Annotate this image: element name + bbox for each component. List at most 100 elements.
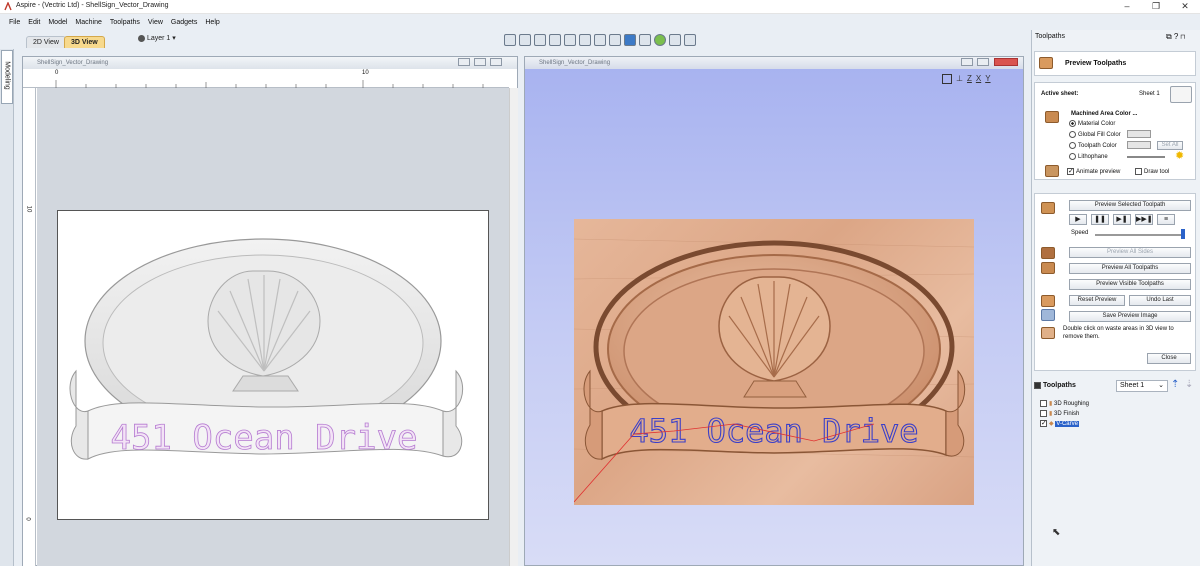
fit-view-icon[interactable] bbox=[942, 74, 952, 84]
preview-selected-button[interactable]: Preview Selected Toolpath bbox=[1069, 200, 1191, 211]
pause-icon[interactable]: ❚❚ bbox=[1091, 214, 1109, 225]
menu-help[interactable]: Help bbox=[205, 19, 219, 26]
transform-icon[interactable] bbox=[624, 34, 636, 46]
toolpath-color-picker[interactable] bbox=[1127, 141, 1151, 149]
reset-preview-icon bbox=[1041, 295, 1055, 307]
draw-tool-check-box bbox=[1135, 168, 1142, 175]
grid-icon[interactable] bbox=[534, 34, 546, 46]
select-icon[interactable] bbox=[519, 34, 531, 46]
zoom-icon[interactable] bbox=[564, 34, 576, 46]
move-up-icon[interactable]: ⇡ bbox=[1171, 379, 1179, 390]
close-window-button[interactable]: ✕ bbox=[1170, 0, 1200, 13]
undo-last-button[interactable]: Undo Last bbox=[1129, 295, 1191, 306]
restore-button[interactable]: ❐ bbox=[1141, 0, 1171, 13]
split-horizontal-icon[interactable] bbox=[669, 34, 681, 46]
tab-3d-view[interactable]: 3D View bbox=[64, 36, 105, 48]
panel-3d-title: ShellSign_Vector_Drawing bbox=[525, 57, 1023, 69]
toolpaths-list-checkbox[interactable] bbox=[1034, 382, 1041, 389]
sign-text-2d: 451 Ocean Drive bbox=[110, 418, 417, 458]
aspire-logo-icon bbox=[4, 2, 12, 11]
lithophane-slider[interactable] bbox=[1127, 156, 1165, 158]
view-y-button[interactable]: Y bbox=[985, 74, 990, 84]
save-preview-image-button[interactable]: Save Preview Image bbox=[1069, 311, 1191, 322]
play-icon[interactable]: ▶ bbox=[1069, 214, 1087, 225]
view-z-button[interactable]: Z bbox=[967, 74, 972, 84]
layer-dropdown[interactable]: Layer 1 ▾ bbox=[138, 34, 176, 42]
panel-2d-minimize-button[interactable] bbox=[458, 58, 470, 66]
sheet-select-value: Sheet 1 bbox=[1120, 382, 1145, 389]
toolpath-checkbox[interactable] bbox=[1040, 400, 1047, 407]
list-item[interactable]: ✓ ◆ V-Carve bbox=[1040, 420, 1079, 428]
mouse-cursor-icon: ⬉ bbox=[1052, 527, 1061, 538]
tab-2d-view[interactable]: 2D View bbox=[26, 36, 66, 48]
animate-preview-checkbox[interactable]: ✓ Animate preview bbox=[1067, 168, 1120, 175]
draw-vectors-icon[interactable] bbox=[504, 34, 516, 46]
toolpath-checkbox[interactable] bbox=[1040, 410, 1047, 417]
radio-global-fill[interactable]: Global Fill Color bbox=[1069, 131, 1121, 138]
ruler-left-label-10: 10 bbox=[25, 205, 32, 213]
menu-bar: File Edit Model Machine Toolpaths View G… bbox=[0, 15, 1025, 29]
panel-2d-close-button[interactable] bbox=[490, 58, 502, 66]
palette-button[interactable] bbox=[1170, 86, 1192, 103]
toolpath-name: 3D Finish bbox=[1053, 411, 1080, 418]
menu-edit[interactable]: Edit bbox=[28, 19, 40, 26]
view-x-button[interactable]: X bbox=[976, 74, 981, 84]
speed-slider[interactable] bbox=[1095, 234, 1185, 236]
radio-global-label: Global Fill Color bbox=[1078, 132, 1121, 139]
material-board-3d[interactable]: 451 Ocean Drive bbox=[573, 219, 975, 505]
sheet-select[interactable]: Sheet 1 ⌄ bbox=[1116, 380, 1168, 392]
menu-view[interactable]: View bbox=[148, 19, 163, 26]
move-down-icon[interactable]: ⇣ bbox=[1185, 379, 1193, 390]
menu-model[interactable]: Model bbox=[48, 19, 67, 26]
shade-icon[interactable] bbox=[654, 34, 666, 46]
panel-3d-close-button[interactable] bbox=[994, 58, 1018, 66]
preview-selected-icon bbox=[1041, 202, 1055, 214]
radio-toolpath-dot bbox=[1069, 142, 1076, 149]
toolpath-name: V-Carve bbox=[1055, 421, 1079, 428]
scrollbar-2d[interactable] bbox=[509, 88, 518, 566]
pane-pin-icon[interactable]: ⧉ ? ⊓ bbox=[1166, 32, 1196, 42]
menu-toolpaths[interactable]: Toolpaths bbox=[110, 19, 140, 26]
mirror-icon[interactable] bbox=[639, 34, 651, 46]
speed-slider-thumb[interactable] bbox=[1181, 229, 1185, 239]
close-preview-button[interactable]: Close bbox=[1147, 353, 1191, 364]
measure-icon[interactable] bbox=[549, 34, 561, 46]
panel-3d-minimize-button[interactable] bbox=[961, 58, 973, 66]
preview-all-toolpaths-icon bbox=[1041, 262, 1055, 274]
pan-icon[interactable] bbox=[579, 34, 591, 46]
menu-file[interactable]: File bbox=[9, 19, 20, 26]
active-sheet-value: Sheet 1 bbox=[1139, 91, 1160, 97]
split-vertical-icon[interactable] bbox=[684, 34, 696, 46]
material-board-2d[interactable]: 451 Ocean Drive bbox=[57, 210, 489, 520]
shell-sign-3d-render: 451 Ocean Drive bbox=[573, 238, 975, 503]
list-item[interactable]: ▮ 3D Roughing bbox=[1040, 400, 1089, 407]
panel-2d-maximize-button[interactable] bbox=[474, 58, 486, 66]
preview-all-toolpaths-button[interactable]: Preview All Toolpaths bbox=[1069, 263, 1191, 274]
panel-3d-maximize-button[interactable] bbox=[977, 58, 989, 66]
preview-visible-toolpaths-button[interactable]: Preview Visible Toolpaths bbox=[1069, 279, 1191, 290]
toolpath-checkbox[interactable]: ✓ bbox=[1040, 420, 1047, 427]
preview-all-sides-button[interactable]: Preview All Sides bbox=[1069, 247, 1191, 258]
animate-check-box: ✓ bbox=[1067, 168, 1074, 175]
menu-machine[interactable]: Machine bbox=[75, 19, 101, 26]
waste-area-hint: Double click on waste areas in 3D view t… bbox=[1063, 326, 1174, 340]
draw-tool-checkbox[interactable]: Draw tool bbox=[1135, 168, 1169, 175]
preview-header-title: Preview Toolpaths bbox=[1065, 60, 1127, 67]
global-fill-color-picker[interactable] bbox=[1127, 130, 1151, 138]
step-icon[interactable]: ▶❚ bbox=[1113, 214, 1131, 225]
radio-lithophane[interactable]: Lithophane bbox=[1069, 153, 1108, 160]
radio-toolpath-color[interactable]: Toolpath Color bbox=[1069, 142, 1117, 149]
list-item[interactable]: ▮ 3D Finish bbox=[1040, 410, 1079, 417]
machined-area-icon bbox=[1045, 111, 1059, 123]
reset-preview-button[interactable]: Reset Preview bbox=[1069, 295, 1125, 306]
menu-gadgets[interactable]: Gadgets bbox=[171, 19, 197, 26]
iso-view-icon[interactable]: ⊥ bbox=[956, 74, 963, 84]
radio-material-color[interactable]: Material Color bbox=[1069, 120, 1115, 127]
zoom-out-icon[interactable] bbox=[609, 34, 621, 46]
speed-label: Speed bbox=[1071, 230, 1089, 236]
skip-end-icon[interactable]: ▶▶❚ bbox=[1135, 214, 1153, 225]
zoom-in-icon[interactable] bbox=[594, 34, 606, 46]
minimize-button[interactable]: – bbox=[1112, 0, 1142, 13]
draw-tool-label: Draw tool bbox=[1144, 169, 1170, 176]
stop-icon[interactable]: ≡ bbox=[1157, 214, 1175, 225]
